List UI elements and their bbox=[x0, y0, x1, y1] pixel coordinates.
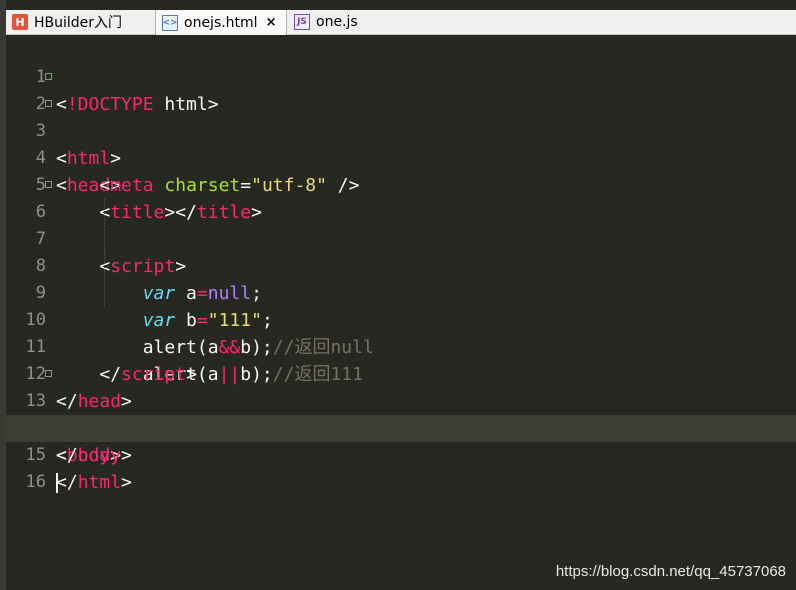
code-line-active: 15 </html> bbox=[6, 415, 796, 493]
tab-label: HBuilder入门 bbox=[34, 15, 123, 31]
code-line: 12 </head> bbox=[6, 334, 796, 412]
tab-label: one.js bbox=[316, 14, 358, 30]
code-line: 7 var a=null; bbox=[6, 199, 796, 304]
code-line: 1 <!DOCTYPE html> bbox=[6, 37, 796, 115]
line-number: 16 bbox=[25, 472, 46, 492]
code-text: </html> bbox=[56, 472, 132, 493]
code-editor[interactable]: 1 <!DOCTYPE html> 2 <html> 3 <head> 4 <m… bbox=[6, 37, 796, 590]
code-line: 13 <body> bbox=[6, 361, 796, 466]
fold-toggle-icon[interactable] bbox=[45, 100, 52, 107]
indent-guide bbox=[104, 199, 105, 226]
code-line: 10 alert(a||b);//返回111 bbox=[6, 280, 796, 385]
code-line: 4 <meta charset="utf-8" /> bbox=[6, 118, 796, 196]
tab-label: onejs.html bbox=[184, 14, 258, 31]
close-icon[interactable]: × bbox=[266, 15, 277, 30]
code-line: 2 <html> bbox=[6, 64, 796, 169]
indent-guide bbox=[104, 226, 105, 253]
fold-toggle-icon[interactable] bbox=[45, 73, 52, 80]
code-line: 9 alert(a&&b);//返回null bbox=[6, 253, 796, 358]
html-file-icon: <> bbox=[162, 14, 178, 31]
tab-onejs-html[interactable]: <> onejs.html × bbox=[155, 10, 287, 35]
code-line: 6 <script> bbox=[6, 172, 796, 277]
code-line: 11 </script> bbox=[6, 307, 796, 385]
code-line: 14 </body> bbox=[6, 388, 796, 466]
js-file-icon: JS bbox=[294, 14, 310, 30]
watermark: https://blog.csdn.net/qq_45737068 bbox=[555, 563, 786, 580]
tab-one-js[interactable]: JS one.js bbox=[288, 10, 368, 34]
tab-hbuilder-intro[interactable]: H HBuilder入门 bbox=[6, 10, 154, 34]
editor-tab-bar: H HBuilder入门 <> onejs.html × JS one.js bbox=[6, 10, 796, 35]
fold-toggle-icon[interactable] bbox=[45, 370, 52, 377]
hbuilder-logo-icon: H bbox=[12, 14, 28, 30]
indent-guide bbox=[104, 280, 105, 307]
fold-toggle-icon[interactable] bbox=[45, 181, 52, 188]
code-line: 3 <head> bbox=[6, 91, 796, 196]
code-line: 8 var b="111"; bbox=[6, 226, 796, 331]
indent-guide bbox=[104, 253, 105, 280]
code-line: 5 <title></title> bbox=[6, 145, 796, 223]
code-line: 16 bbox=[6, 442, 796, 492]
